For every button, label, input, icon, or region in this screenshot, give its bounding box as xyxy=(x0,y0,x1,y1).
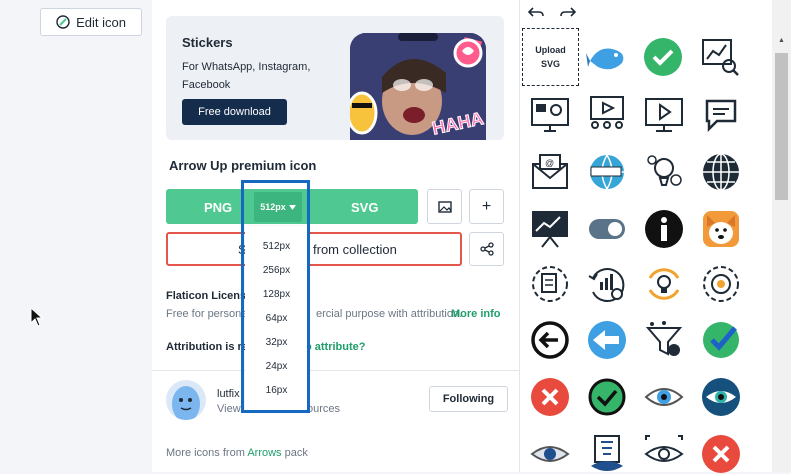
dog-icon[interactable] xyxy=(701,209,741,249)
undo-icon[interactable] xyxy=(528,6,544,20)
highlight-box xyxy=(241,180,310,413)
info-circle-icon[interactable] xyxy=(644,209,684,249)
add-button[interactable]: + xyxy=(469,189,504,224)
bulb-refresh-icon[interactable] xyxy=(644,264,684,304)
close-red-2-icon[interactable] xyxy=(701,434,741,474)
gear-document-icon[interactable] xyxy=(530,264,570,304)
pack-link[interactable]: Arrows xyxy=(247,447,281,459)
svg-download-button[interactable]: SVG xyxy=(351,200,378,215)
license-text-start: Free for personal xyxy=(166,308,250,320)
author-avatar-image xyxy=(172,386,200,420)
edit-icon-button[interactable]: Edit icon xyxy=(40,8,142,36)
image-preview-button[interactable] xyxy=(427,189,462,224)
video-classroom-icon[interactable] xyxy=(587,95,627,135)
view-resources-link-start[interactable]: View xyxy=(217,403,241,415)
banner-text: For WhatsApp, Instagram, Facebook xyxy=(182,61,311,91)
web-globe-icon[interactable] xyxy=(587,152,627,192)
plus-icon: + xyxy=(481,197,492,215)
dashboard-monitor-icon[interactable] xyxy=(530,95,570,135)
toggle-switch-icon[interactable] xyxy=(587,209,627,249)
upload-svg-label: Upload SVG xyxy=(535,45,566,69)
license-title: Flaticon License xyxy=(166,290,253,302)
arrow-left-blue-icon[interactable] xyxy=(587,320,627,360)
funnel-icon[interactable] xyxy=(644,320,684,360)
collection-label-end: from collection xyxy=(313,242,397,257)
license-text-end: ercial purpose with attribution. xyxy=(316,308,463,320)
more-icons-prefix: More icons from xyxy=(166,447,248,459)
author-name[interactable]: lutfix xyxy=(217,388,240,400)
more-icons-text: More icons from Arrows pack xyxy=(166,447,308,459)
close-red-icon[interactable] xyxy=(530,377,570,417)
eye-outline-icon[interactable] xyxy=(530,434,570,474)
chat-bubble-icon[interactable] xyxy=(701,95,741,135)
mouse-cursor-icon xyxy=(30,307,44,327)
how-to-attribute-link[interactable]: o attribute? xyxy=(305,341,366,353)
share-button[interactable] xyxy=(469,232,504,266)
eye-icon[interactable] xyxy=(644,377,684,417)
video-monitor-icon[interactable] xyxy=(644,95,684,135)
paint-brush-icon xyxy=(56,15,70,29)
check-outline-icon[interactable] xyxy=(587,377,627,417)
scroll-up-arrow[interactable]: ▲ xyxy=(775,33,788,47)
eye-target-icon[interactable] xyxy=(644,434,684,474)
banner-title: Stickers xyxy=(182,35,233,50)
following-button[interactable]: Following xyxy=(429,386,508,412)
left-panel xyxy=(0,0,152,472)
icon-title: Arrow Up premium icon xyxy=(169,158,317,173)
image-icon xyxy=(437,200,452,213)
eye-blue-icon[interactable] xyxy=(701,377,741,417)
free-download-button[interactable]: Free download xyxy=(182,99,287,125)
more-info-link[interactable]: More info xyxy=(451,308,501,320)
globe-icon[interactable] xyxy=(701,152,741,192)
chart-magnifier-icon[interactable] xyxy=(700,37,740,77)
scrollbar-thumb[interactable] xyxy=(775,53,788,200)
email-icon[interactable]: @ xyxy=(530,152,570,192)
divider xyxy=(152,370,520,371)
target-gear-icon[interactable] xyxy=(701,264,741,304)
svg-text:@: @ xyxy=(545,158,554,168)
more-icons-suffix: pack xyxy=(281,447,308,459)
check-green-icon[interactable] xyxy=(701,320,741,360)
sticker-illustration: HAHA xyxy=(350,33,486,140)
check-circle-icon[interactable] xyxy=(643,37,683,77)
eye-chart-icon[interactable] xyxy=(587,434,627,474)
upload-svg-button[interactable]: Upload SVG xyxy=(522,28,579,86)
png-download-button[interactable]: PNG xyxy=(204,200,232,215)
banner-phone-image: HAHA xyxy=(350,33,486,140)
settings-lightbulb-icon[interactable] xyxy=(644,152,684,192)
fish-icon[interactable] xyxy=(586,37,626,77)
edit-icon-label: Edit icon xyxy=(76,14,126,30)
presentation-chart-icon[interactable] xyxy=(530,209,570,249)
arrow-left-circle-icon[interactable] xyxy=(530,320,570,360)
share-icon xyxy=(479,242,494,256)
view-resources-link-end[interactable]: ources xyxy=(307,403,340,415)
growth-user-icon[interactable] xyxy=(587,264,627,304)
author-avatar[interactable] xyxy=(166,380,206,420)
redo-icon[interactable] xyxy=(560,6,576,20)
